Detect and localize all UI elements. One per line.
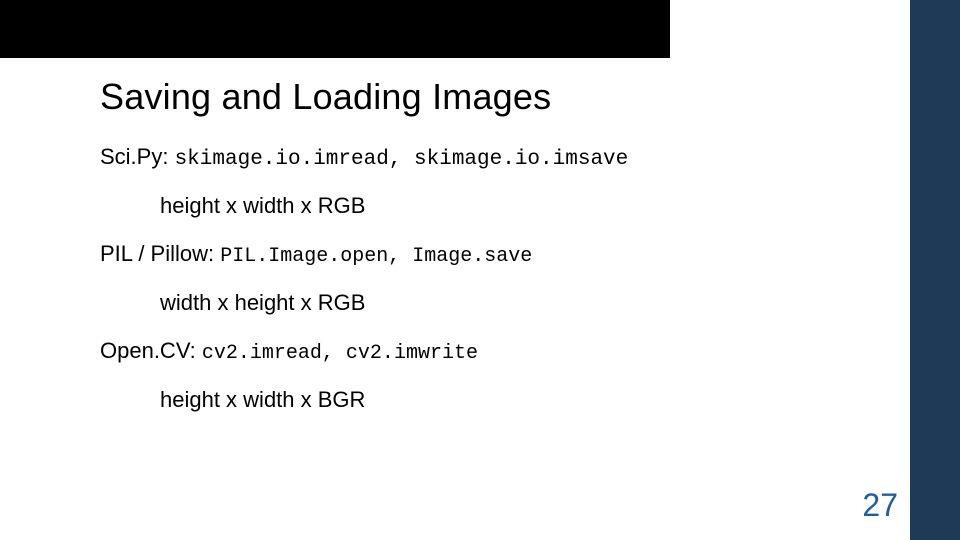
slide-content: Saving and Loading Images Sci.Py: skimag… [100, 76, 880, 435]
slide-title: Saving and Loading Images [100, 76, 880, 118]
pil-label: PIL / Pillow: [100, 241, 220, 266]
opencv-label: Open.CV: [100, 338, 202, 363]
pil-code: PIL.Image.open, Image.save [220, 245, 532, 268]
side-bar [910, 0, 960, 540]
pil-line: PIL / Pillow: PIL.Image.open, Image.save [100, 241, 880, 268]
title-bar [0, 0, 670, 58]
opencv-code: cv2.imread, cv2.imwrite [202, 342, 478, 365]
page-number: 27 [862, 487, 898, 524]
scipy-code: skimage.io.imread, skimage.io.imsave [175, 148, 629, 171]
scipy-label: Sci.Py: [100, 144, 175, 169]
opencv-dim: height x width x BGR [100, 387, 880, 413]
scipy-dim: height x width x RGB [100, 193, 880, 219]
scipy-line: Sci.Py: skimage.io.imread, skimage.io.im… [100, 144, 880, 171]
opencv-line: Open.CV: cv2.imread, cv2.imwrite [100, 338, 880, 365]
pil-dim: width x height x RGB [100, 290, 880, 316]
